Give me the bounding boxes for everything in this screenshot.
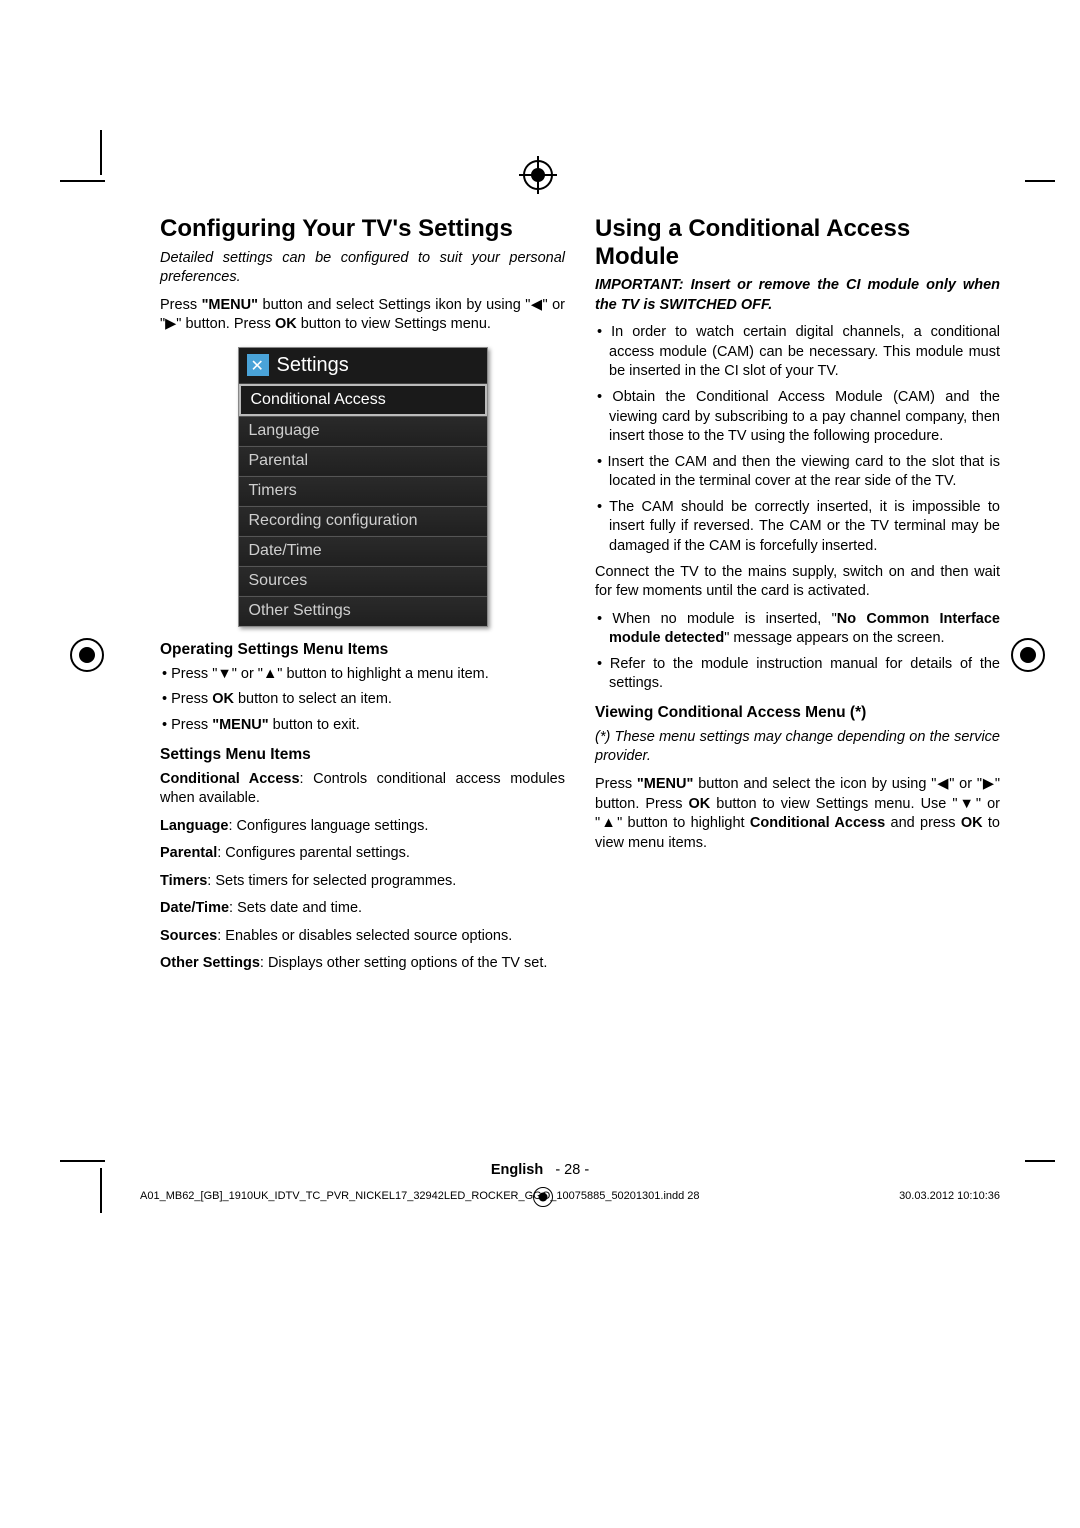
cam-bullet: In order to watch certain digital channe… xyxy=(595,323,1000,382)
heading-configuring: Configuring Your TV's Settings xyxy=(160,215,565,243)
desc-parental: Parental: Configures parental settings. xyxy=(160,844,565,864)
settings-icon xyxy=(247,354,269,376)
operating-heading: Operating Settings Menu Items xyxy=(160,641,565,659)
cam-bullet: Insert the CAM and then the viewing card… xyxy=(595,453,1000,492)
desc-other: Other Settings: Displays other setting o… xyxy=(160,954,565,974)
crop-mark xyxy=(60,180,105,182)
footer-meta: A01_MB62_[GB]_1910UK_IDTV_TC_PVR_NICKEL1… xyxy=(140,1190,1000,1202)
desc-sources: Sources: Enables or disables selected so… xyxy=(160,927,565,947)
press-menu-instruction: Press "MENU" button and select Settings … xyxy=(160,296,565,335)
desc-datetime: Date/Time: Sets date and time. xyxy=(160,899,565,919)
cam-bullet: When no module is inserted, "No Common I… xyxy=(595,610,1000,649)
registration-mark-icon xyxy=(70,638,104,672)
registration-mark-icon xyxy=(1011,638,1045,672)
registration-mark-icon xyxy=(523,160,553,190)
settings-menu-item: Other Settings xyxy=(239,596,487,626)
viewing-body: Press "MENU" button and select the icon … xyxy=(595,775,1000,853)
footer-page-number: - 28 - xyxy=(555,1162,589,1178)
desc-timers: Timers: Sets timers for selected program… xyxy=(160,872,565,892)
footer-language: English xyxy=(491,1162,543,1178)
desc-conditional: Conditional Access: Controls conditional… xyxy=(160,770,565,809)
cam-bullet: The CAM should be correctly inserted, it… xyxy=(595,498,1000,557)
connect-text: Connect the TV to the mains supply, swit… xyxy=(595,563,1000,602)
settings-menu-item: Timers xyxy=(239,476,487,506)
op-step: Press "MENU" button to exit. xyxy=(160,716,565,736)
right-column: Using a Conditional Access Module IMPORT… xyxy=(595,215,1000,1178)
crop-mark xyxy=(1025,180,1055,182)
settings-menu-item: Recording configuration xyxy=(239,506,487,536)
viewing-heading: Viewing Conditional Access Menu (*) xyxy=(595,704,1000,722)
crop-mark xyxy=(100,130,102,175)
page-footer: English - 28 - xyxy=(0,1162,1080,1178)
settings-items-heading: Settings Menu Items xyxy=(160,746,565,764)
footer-filename: A01_MB62_[GB]_1910UK_IDTV_TC_PVR_NICKEL1… xyxy=(140,1190,700,1202)
registration-mark-icon xyxy=(533,1187,553,1207)
cam-bullet: Obtain the Conditional Access Module (CA… xyxy=(595,388,1000,447)
op-step: Press OK button to select an item. xyxy=(160,690,565,710)
cam-bullet: Refer to the module instruction manual f… xyxy=(595,655,1000,694)
settings-menu-item: Conditional Access xyxy=(239,384,487,416)
important-note: IMPORTANT: Insert or remove the CI modul… xyxy=(595,276,1000,315)
left-column: Configuring Your TV's Settings Detailed … xyxy=(160,215,565,1178)
op-step: Press "▼" or "▲" button to highlight a m… xyxy=(160,665,565,685)
heading-conditional-access: Using a Conditional Access Module xyxy=(595,215,1000,270)
desc-language: Language: Configures language settings. xyxy=(160,817,565,837)
footer-timestamp: 30.03.2012 10:10:36 xyxy=(899,1190,1000,1202)
settings-menu-item: Sources xyxy=(239,566,487,596)
settings-menu-item: Language xyxy=(239,416,487,446)
viewing-note: (*) These menu settings may change depen… xyxy=(595,728,1000,767)
settings-menu-item: Parental xyxy=(239,446,487,476)
settings-menu-item: Date/Time xyxy=(239,536,487,566)
intro-text: Detailed settings can be configured to s… xyxy=(160,249,565,288)
menu-title: Settings xyxy=(277,354,349,377)
settings-menu-screenshot: Settings Conditional AccessLanguageParen… xyxy=(238,347,488,627)
